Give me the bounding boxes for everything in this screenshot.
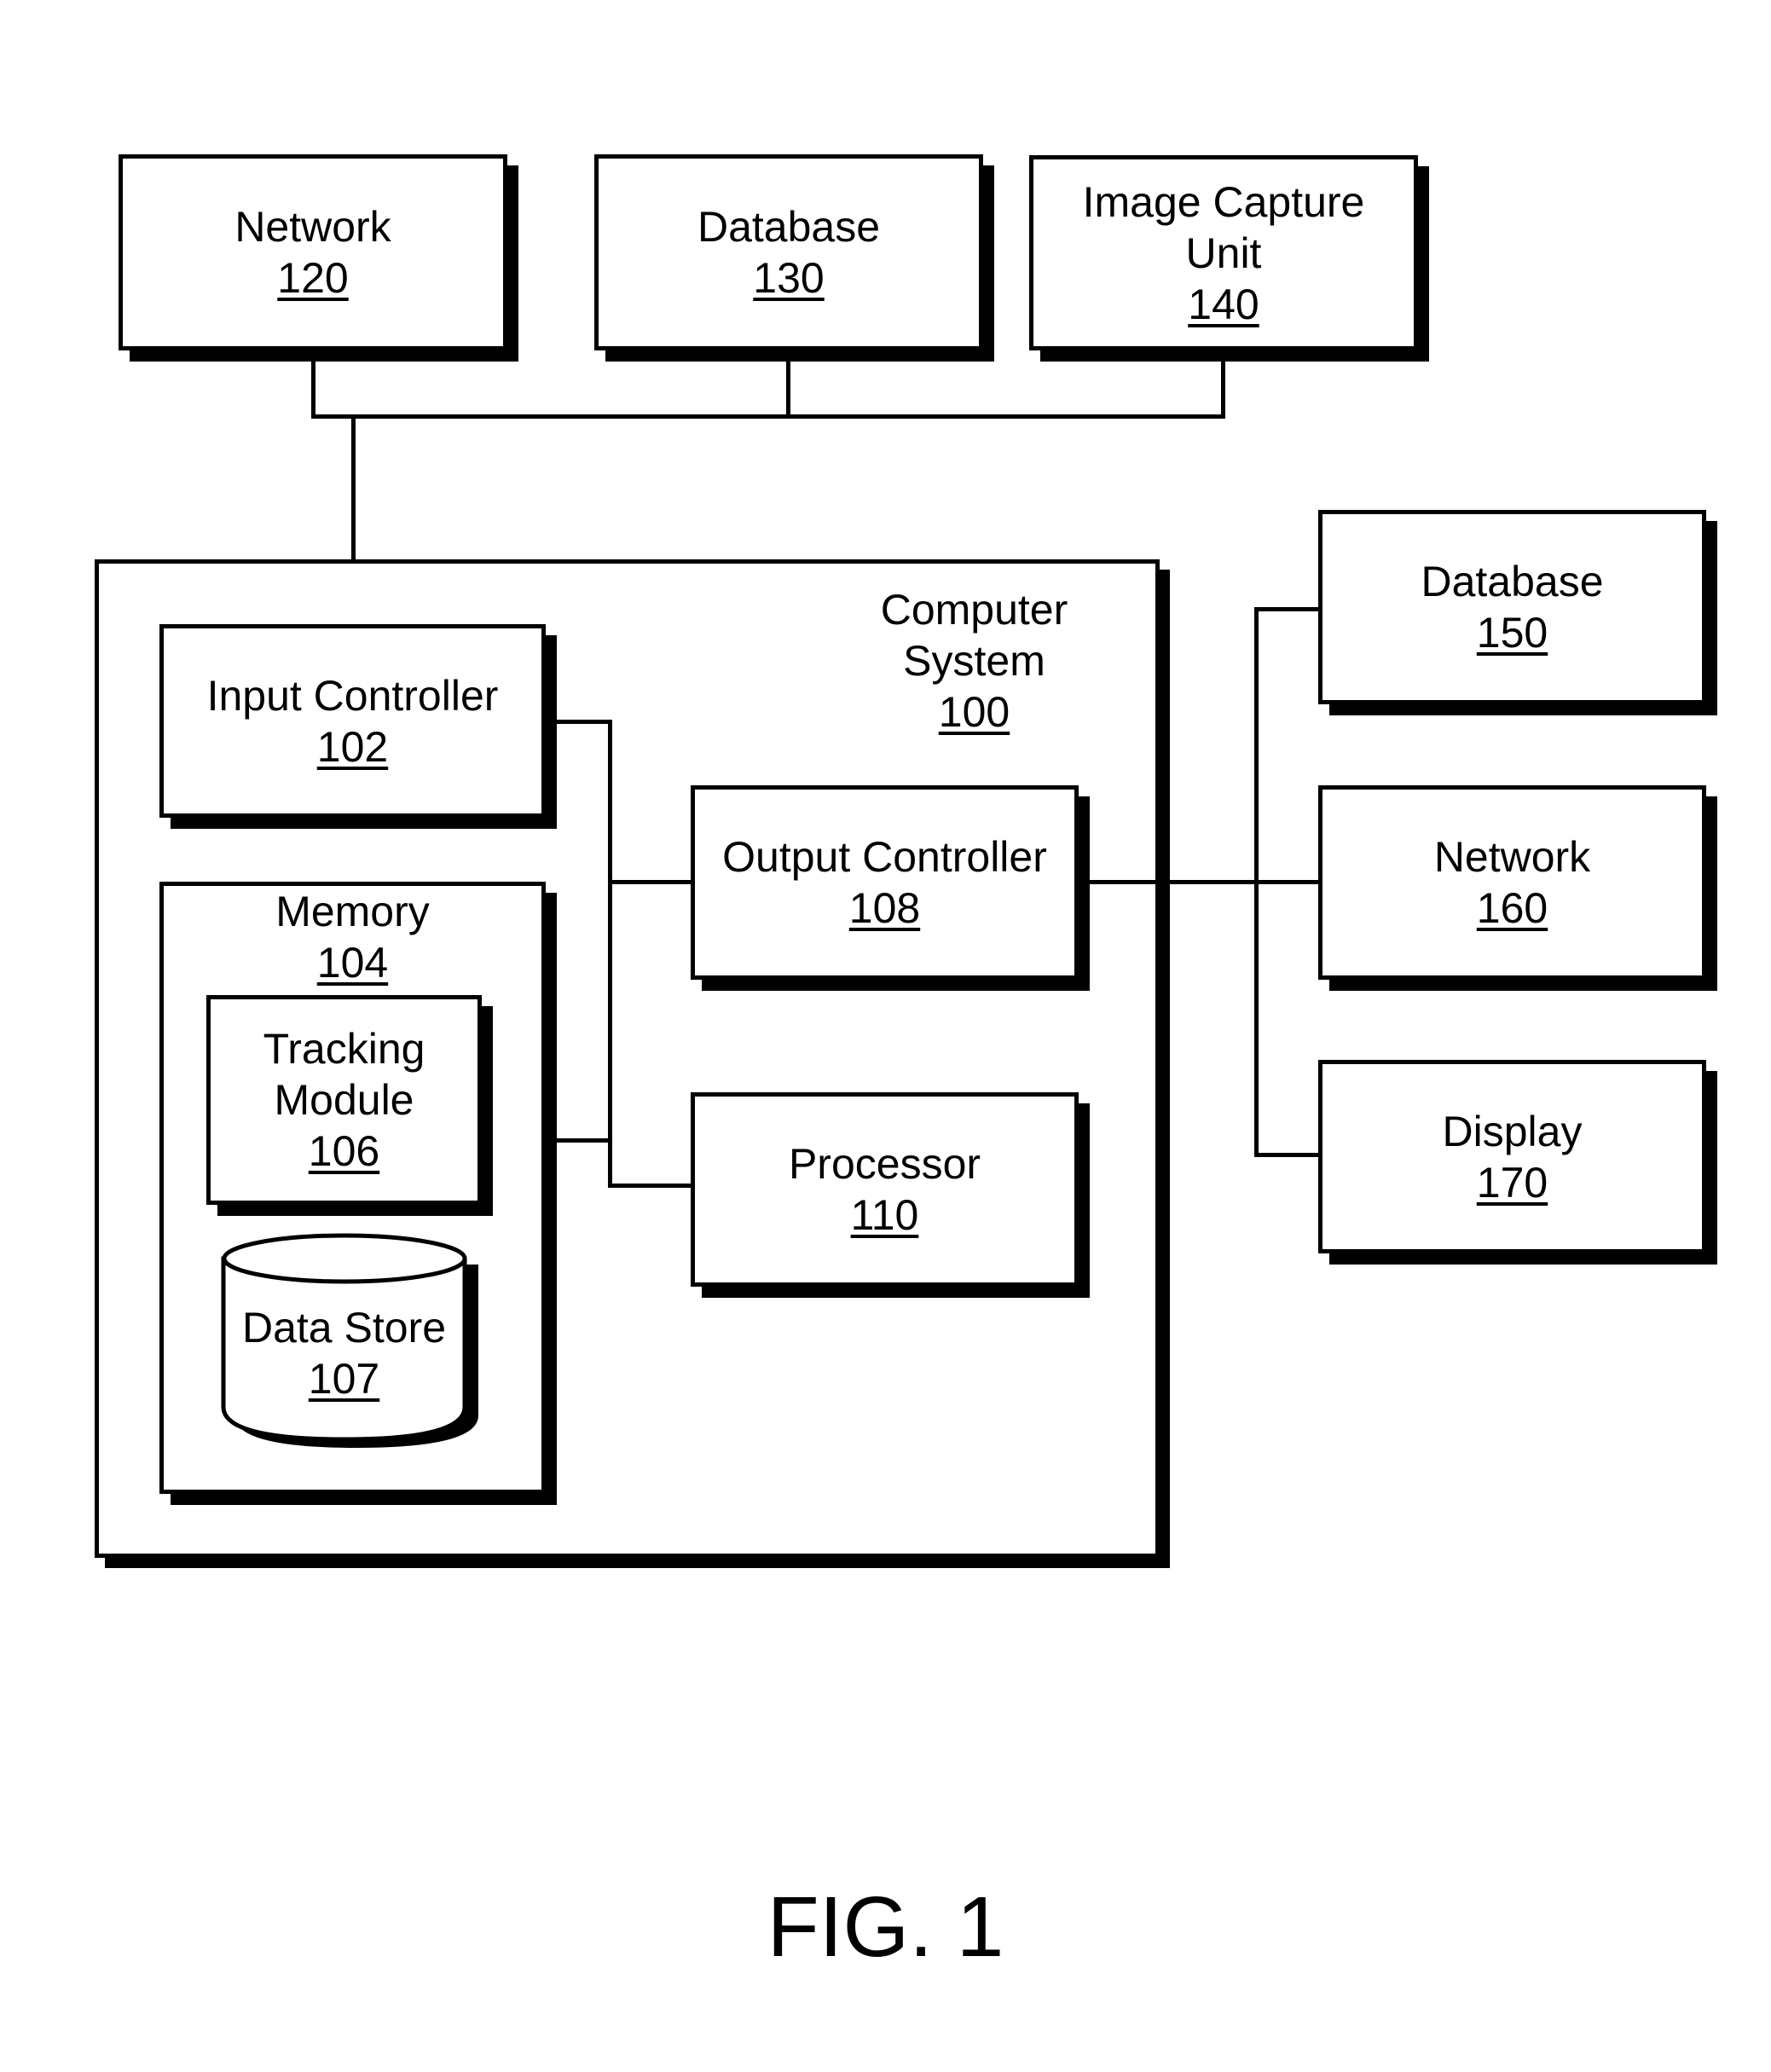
display-170-box[interactable]: Display 170 xyxy=(1318,1060,1706,1253)
computer-system-line1: Computer xyxy=(880,586,1068,634)
connector-database130-down xyxy=(786,350,790,419)
tracking-module-ref: 106 xyxy=(308,1127,380,1175)
output-controller-name: Output Controller xyxy=(722,833,1047,881)
connector-network120-down xyxy=(311,350,315,419)
network-120-box[interactable]: Network 120 xyxy=(119,154,507,350)
database-130-box[interactable]: Database 130 xyxy=(594,154,983,350)
database-130-ref: 130 xyxy=(753,254,825,302)
processor-110-box[interactable]: Processor 110 xyxy=(691,1092,1079,1287)
database-150-ref: 150 xyxy=(1476,609,1548,657)
connector-imagecapture140-down xyxy=(1221,350,1225,419)
tracking-module-line2: Module xyxy=(274,1076,414,1124)
database-150-box[interactable]: Database 150 xyxy=(1318,510,1706,704)
data-store-label: Data Store 107 xyxy=(223,1302,465,1404)
network-160-box[interactable]: Network 160 xyxy=(1318,785,1706,980)
network-160-ref: 160 xyxy=(1476,884,1548,932)
input-controller-name: Input Controller xyxy=(206,671,499,720)
display-170-ref: 170 xyxy=(1476,1158,1548,1207)
computer-system-ref: 100 xyxy=(938,688,1010,736)
connector-top-bus xyxy=(311,414,1225,419)
computer-system-line2: System xyxy=(903,637,1045,685)
connector-memory-right xyxy=(546,1138,612,1143)
tracking-module-line1: Tracking xyxy=(263,1025,425,1073)
memory-name: Memory xyxy=(275,888,430,935)
input-controller-102-box[interactable]: Input Controller 102 xyxy=(159,624,546,818)
network-120-ref: 120 xyxy=(277,254,349,302)
data-store-ref: 107 xyxy=(308,1355,380,1403)
connector-output-controller-right xyxy=(1079,880,1320,884)
connector-input-controller-right xyxy=(546,720,612,724)
figure-label: FIG. 1 xyxy=(767,1879,1004,1975)
database-130-name: Database xyxy=(697,203,881,251)
processor-ref: 110 xyxy=(850,1191,919,1239)
display-170-name: Display xyxy=(1442,1107,1583,1155)
image-capture-unit-140-box[interactable]: Image Capture Unit 140 xyxy=(1029,155,1418,350)
output-controller-108-box[interactable]: Output Controller 108 xyxy=(691,785,1079,980)
memory-ref: 104 xyxy=(316,939,389,987)
computer-system-label: Computer System 100 xyxy=(853,584,1096,738)
output-controller-ref: 108 xyxy=(848,884,921,932)
connector-internal-bus xyxy=(608,720,612,1188)
data-store-name: Data Store xyxy=(241,1304,446,1351)
network-160-name: Network xyxy=(1433,833,1591,881)
processor-name: Processor xyxy=(788,1140,981,1188)
image-capture-unit-line1: Image Capture xyxy=(1082,177,1365,226)
connector-processor-left xyxy=(608,1184,692,1188)
tracking-module-106-box[interactable]: Tracking Module 106 xyxy=(206,995,482,1205)
image-capture-unit-ref: 140 xyxy=(1188,280,1259,328)
connector-to-database150 xyxy=(1254,607,1320,611)
connector-to-display170 xyxy=(1254,1153,1320,1157)
network-120-name: Network xyxy=(234,203,391,251)
image-capture-unit-line2: Unit xyxy=(1185,229,1262,277)
database-150-name: Database xyxy=(1421,558,1604,605)
connector-output-controller-left xyxy=(608,880,692,884)
connector-right-bracket xyxy=(1254,607,1259,1157)
input-controller-ref: 102 xyxy=(316,722,389,771)
